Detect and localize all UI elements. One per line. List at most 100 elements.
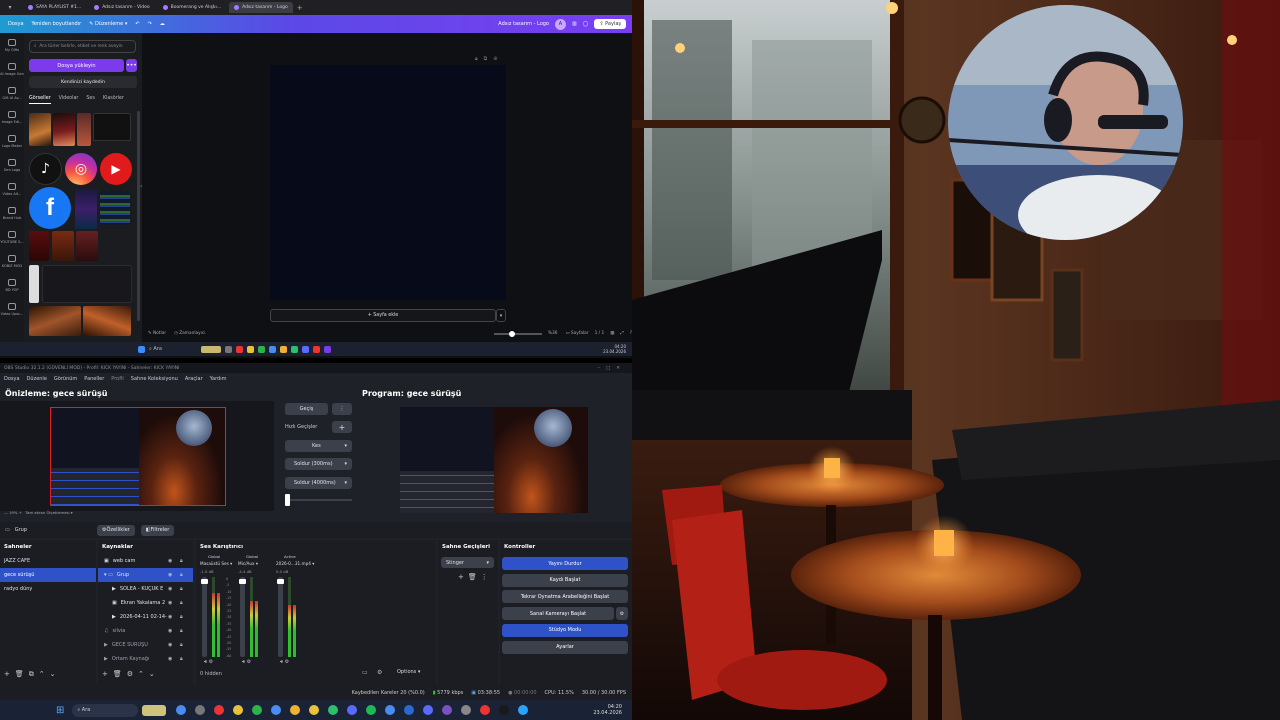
add-page-icon[interactable]: ⊕	[493, 56, 497, 62]
channel-name-dropdown[interactable]: Mic/Aux ▾	[238, 561, 258, 566]
volume-fader-knob[interactable]	[201, 579, 208, 584]
upload-thumbnail[interactable]	[100, 191, 130, 225]
app-icon[interactable]	[404, 705, 415, 715]
mixer-options-button[interactable]: Options ▾	[397, 669, 420, 675]
whatsapp-icon[interactable]	[252, 705, 263, 715]
chevron-down-icon[interactable]: ▾	[496, 309, 506, 322]
mixer-settings-icon[interactable]: ⚙	[377, 669, 382, 676]
redo-icon[interactable]: ↷	[148, 21, 152, 27]
volume-fader[interactable]	[277, 577, 284, 657]
instagram-icon[interactable]: ◎	[65, 153, 97, 185]
visibility-eye-icon[interactable]: ◉	[168, 614, 172, 620]
rail-item[interactable]: Brand Hub	[0, 201, 24, 225]
preview-zoom-bar[interactable]: — 19% + Tam ekran Ölçeklemesi ▾	[4, 510, 73, 515]
scene-item-selected[interactable]: gece sürüşü	[0, 568, 96, 582]
app-icon[interactable]	[480, 705, 491, 715]
source-item[interactable]: ▣ Ekran Yakalama 2 ◉ 🔒︎	[98, 596, 193, 610]
upload-thumbnail[interactable]	[29, 231, 49, 261]
upload-thumbnail[interactable]	[75, 189, 97, 229]
rail-item[interactable]: Image Edi...	[0, 105, 24, 129]
media-icon[interactable]	[195, 705, 206, 715]
rail-item[interactable]: Video Alt...	[0, 177, 24, 201]
quick-transition-cut[interactable]: Kes ▾	[285, 440, 352, 452]
app-icon[interactable]	[385, 705, 396, 715]
undo-icon[interactable]: ↶	[135, 21, 139, 27]
source-item[interactable]: ▶ SOLEA - KÜÇÜK E ◉ 🔒︎	[98, 582, 193, 596]
virtual-camera-settings-icon[interactable]: ⚙	[616, 607, 628, 621]
facebook-icon[interactable]: f	[29, 187, 71, 229]
menu-view[interactable]: Görünüm	[54, 376, 77, 382]
menu-help[interactable]: Yardım	[210, 376, 227, 382]
control-button[interactable]: Kaydı Başlat	[502, 573, 628, 587]
zoom-slider-knob[interactable]	[508, 330, 515, 337]
document-title[interactable]: Adsız tasarım - Logo	[498, 21, 549, 27]
volume-fader-knob[interactable]	[239, 579, 246, 584]
app-icon[interactable]	[347, 705, 358, 715]
volume-fader-knob[interactable]	[277, 579, 284, 584]
visibility-eye-icon[interactable]: ◉	[168, 600, 172, 606]
sources-toolbar[interactable]: +🗑︎⚙⌃⌄	[102, 670, 160, 678]
upload-thumbnail[interactable]	[29, 306, 81, 336]
panel-scrollbar[interactable]	[137, 111, 140, 321]
app-icon[interactable]	[271, 705, 282, 715]
t-bar-handle[interactable]	[285, 494, 290, 506]
upload-thumbnail[interactable]	[77, 113, 91, 146]
source-item[interactable]: ▶ 2026-04-11 02-14- ◉ 🔒︎	[98, 610, 193, 624]
properties-button[interactable]: ⚙ Özellikler	[97, 524, 135, 536]
edge-icon[interactable]	[328, 705, 339, 715]
rail-item[interactable]: KOBIZ MOD	[0, 249, 24, 273]
avatar[interactable]: A	[555, 18, 566, 30]
tab-audio[interactable]: Ses	[86, 96, 95, 104]
app-icon[interactable]	[423, 705, 434, 715]
app-icon[interactable]	[214, 705, 225, 715]
taskbar-search-box[interactable]: ⌕ Ara	[72, 703, 139, 717]
channel-name-dropdown[interactable]: Masaüstü Ses ▾	[200, 561, 232, 566]
volume-fader[interactable]	[239, 577, 246, 657]
lock-icon[interactable]: 🔒︎	[180, 642, 183, 648]
lock-icon[interactable]: 🔒︎	[180, 572, 183, 578]
tab-images[interactable]: Görseller	[29, 96, 51, 104]
record-yourself-button[interactable]: Kendinizi kaydedin	[29, 76, 137, 88]
rail-item[interactable]: YOUTUBE S...	[0, 225, 24, 249]
lock-icon[interactable]: 🔒︎	[475, 56, 478, 62]
control-button[interactable]: Yayını Durdur	[502, 557, 628, 570]
channel-settings-icon[interactable]: ⚙	[283, 659, 290, 665]
visibility-eye-icon[interactable]: ◉	[168, 628, 172, 634]
upload-thumbnail[interactable]	[42, 265, 132, 303]
upload-thumbnail[interactable]	[52, 231, 74, 261]
pages-button[interactable]: ▭ Sayfalar	[565, 331, 588, 336]
channel-mute-controls[interactable]: 🔊︎ ⚙	[280, 659, 289, 665]
app-icon[interactable]	[442, 705, 453, 715]
control-button[interactable]: Tekrar Oynatma Arabelleğini Başlat	[502, 590, 628, 604]
menu-file[interactable]: Dosya	[4, 376, 20, 382]
comment-icon[interactable]: ◯	[583, 21, 589, 27]
transition-select[interactable]: Stinger ▾	[441, 557, 494, 568]
rail-item[interactable]: Video Upsc...	[0, 297, 24, 321]
rail-item[interactable]: Gift AI Av...	[0, 81, 24, 105]
upload-thumbnail[interactable]	[83, 306, 131, 336]
rail-item[interactable]: Logo Maker	[0, 129, 24, 153]
browser-tab[interactable]: SAYA PLAYLIST #1...	[23, 2, 86, 13]
rail-item[interactable]: My Gifts	[0, 33, 24, 57]
upload-thumbnail[interactable]	[93, 113, 131, 141]
visibility-eye-icon[interactable]: ◉	[168, 642, 172, 648]
browser-tab-active[interactable]: Adsız tasarım - Logo	[229, 2, 293, 13]
visibility-eye-icon[interactable]: ◉	[168, 656, 172, 662]
youtube-icon[interactable]: ▶	[100, 153, 132, 185]
scenes-toolbar[interactable]: +🗑︎⧉⌃⌄	[4, 670, 60, 679]
transition-button[interactable]: Geçiş	[285, 403, 328, 415]
system-clock[interactable]: 04:20 23.04.2026	[593, 704, 622, 716]
files-icon[interactable]	[290, 705, 301, 715]
rail-item[interactable]: Gen Logo	[0, 153, 24, 177]
upload-thumbnail[interactable]	[53, 113, 75, 146]
rail-item[interactable]: AI Image Gen	[0, 57, 24, 81]
lock-icon[interactable]: 🔒︎	[180, 600, 183, 606]
panel-search-input[interactable]: ⌕ Ara türler belirle, etiket ve renk ave…	[29, 40, 136, 53]
channel-settings-icon[interactable]: ⚙	[245, 659, 252, 665]
browser-tab[interactable]: Adsız tasarım - Video	[89, 2, 154, 13]
resize-button[interactable]: Yeniden boyutlandır	[32, 21, 82, 27]
edit-mode-dropdown[interactable]: ✎ Düzenleme ▾	[89, 21, 127, 27]
tab-videos[interactable]: Videolar	[59, 96, 79, 104]
lock-icon[interactable]: 🔒︎	[180, 656, 183, 662]
transition-toolbar[interactable]: +🗑︎⋮	[458, 573, 492, 581]
